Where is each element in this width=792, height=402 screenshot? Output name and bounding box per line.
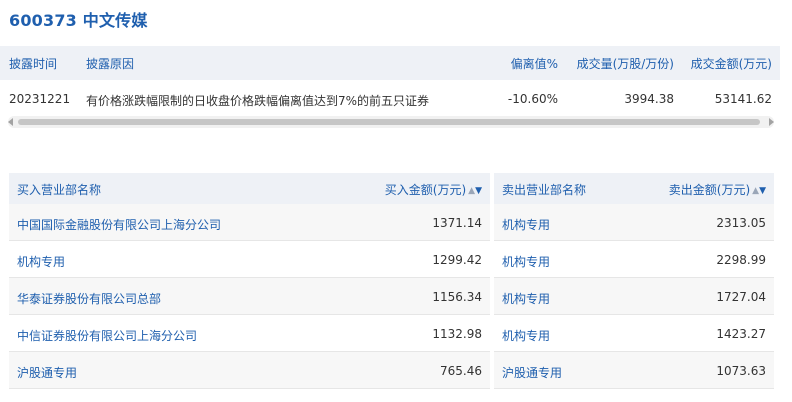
scroll-right-icon[interactable] — [769, 118, 774, 126]
amount-value: 1371.14 — [432, 216, 482, 230]
broker-name-link[interactable]: 中国国际金融股份有限公司上海分公司 — [17, 216, 221, 233]
buy-header-amount[interactable]: 买入金额(万元) — [385, 183, 466, 197]
broker-name-link[interactable]: 机构专用 — [17, 253, 65, 270]
buy-header-label: 买入营业部名称 — [17, 183, 102, 197]
sell-rows: 机构专用 2313.05 机构专用 2298.99 机构专用 1727.04 机构专用 142… — [494, 204, 774, 389]
broker-name-link[interactable]: 沪股通专用 — [17, 364, 77, 381]
page-title: 600373 中文传媒 — [9, 11, 148, 30]
amount-value: 765.46 — [440, 364, 482, 378]
scrollbar-thumb[interactable] — [18, 119, 760, 125]
broker-name-link[interactable]: 沪股通专用 — [502, 364, 562, 381]
amount-value: 1156.34 — [432, 290, 482, 304]
table-row: 机构专用 2298.99 — [494, 241, 774, 278]
sell-table-header: 卖出营业部名称 卖出金额(万元) ▲▼ — [494, 173, 774, 204]
col-deviation: 偏离值% — [510, 57, 558, 71]
buy-table-header: 买入营业部名称 买入金额(万元) ▲▼ — [9, 173, 490, 204]
buy-amount-sort[interactable]: 买入金额(万元) ▲▼ — [385, 181, 482, 198]
amount-value: 2313.05 — [716, 216, 766, 230]
table-row: 沪股通专用 1073.63 — [494, 352, 774, 389]
table-row: 中国国际金融股份有限公司上海分公司 1371.14 — [9, 204, 490, 241]
table-row: 中信证券股份有限公司上海分公司 1132.98 — [9, 315, 490, 352]
amount-value: 1299.42 — [432, 253, 482, 267]
broker-name-link[interactable]: 机构专用 — [502, 216, 550, 233]
sell-header-label: 卖出营业部名称 — [502, 183, 587, 197]
disclosure-header: 披露时间 披露原因 偏离值% 成交量(万股/万份) 成交金额(万元) — [0, 46, 780, 80]
col-date: 披露时间 — [9, 57, 58, 71]
table-row: 机构专用 1727.04 — [494, 278, 774, 315]
sell-amount-sort[interactable]: 卖出金额(万元) ▲▼ — [669, 181, 766, 198]
sell-header-amount[interactable]: 卖出金额(万元) — [669, 183, 750, 197]
sort-down-icon[interactable]: ▼ — [759, 186, 766, 196]
amount-value: 1073.63 — [716, 364, 766, 378]
horizontal-scrollbar[interactable] — [8, 116, 774, 128]
row-date: 20231221 — [9, 92, 71, 106]
table-row: 沪股通专用 765.46 — [9, 352, 490, 389]
amount-value: 1727.04 — [716, 290, 766, 304]
table-row: 机构专用 2313.05 — [494, 204, 774, 241]
table-row: 机构专用 1299.42 — [9, 241, 490, 278]
row-deviation: -10.60% — [507, 92, 558, 106]
buy-table: 买入营业部名称 买入金额(万元) ▲▼ 中国国际金融股份有限公司上海分公司 1371… — [9, 173, 490, 391]
table-row: 机构专用 1423.27 — [494, 315, 774, 352]
broker-name-link[interactable]: 中信证券股份有限公司上海分公司 — [17, 327, 197, 344]
scroll-left-icon[interactable] — [8, 118, 13, 126]
broker-name-link[interactable]: 机构专用 — [502, 290, 550, 307]
amount-value: 1423.27 — [716, 327, 766, 341]
col-amount: 成交金额(万元) — [690, 57, 772, 71]
broker-name-link[interactable]: 机构专用 — [502, 327, 550, 344]
sort-down-icon[interactable]: ▼ — [475, 186, 482, 196]
row-amount: 53141.62 — [714, 92, 772, 106]
disclosure-row: 20231221 有价格涨跌幅限制的日收盘价格跌幅偏离值达到7%的前五只证券 -… — [0, 80, 780, 116]
row-volume: 3994.38 — [624, 92, 674, 106]
col-volume: 成交量(万股/万份) — [576, 57, 674, 71]
broker-name-link[interactable]: 华泰证券股份有限公司总部 — [17, 290, 161, 307]
buy-rows: 中国国际金融股份有限公司上海分公司 1371.14 机构专用 1299.42 华泰证券股… — [9, 204, 490, 389]
row-reason: 有价格涨跌幅限制的日收盘价格跌幅偏离值达到7%的前五只证券 — [86, 94, 430, 108]
table-row: 华泰证券股份有限公司总部 1156.34 — [9, 278, 490, 315]
sell-table: 卖出营业部名称 卖出金额(万元) ▲▼ 机构专用 2313.05 机构专用 2298.9… — [494, 173, 774, 391]
amount-value: 1132.98 — [432, 327, 482, 341]
col-reason: 披露原因 — [86, 57, 135, 71]
amount-value: 2298.99 — [716, 253, 766, 267]
broker-name-link[interactable]: 机构专用 — [502, 253, 550, 270]
